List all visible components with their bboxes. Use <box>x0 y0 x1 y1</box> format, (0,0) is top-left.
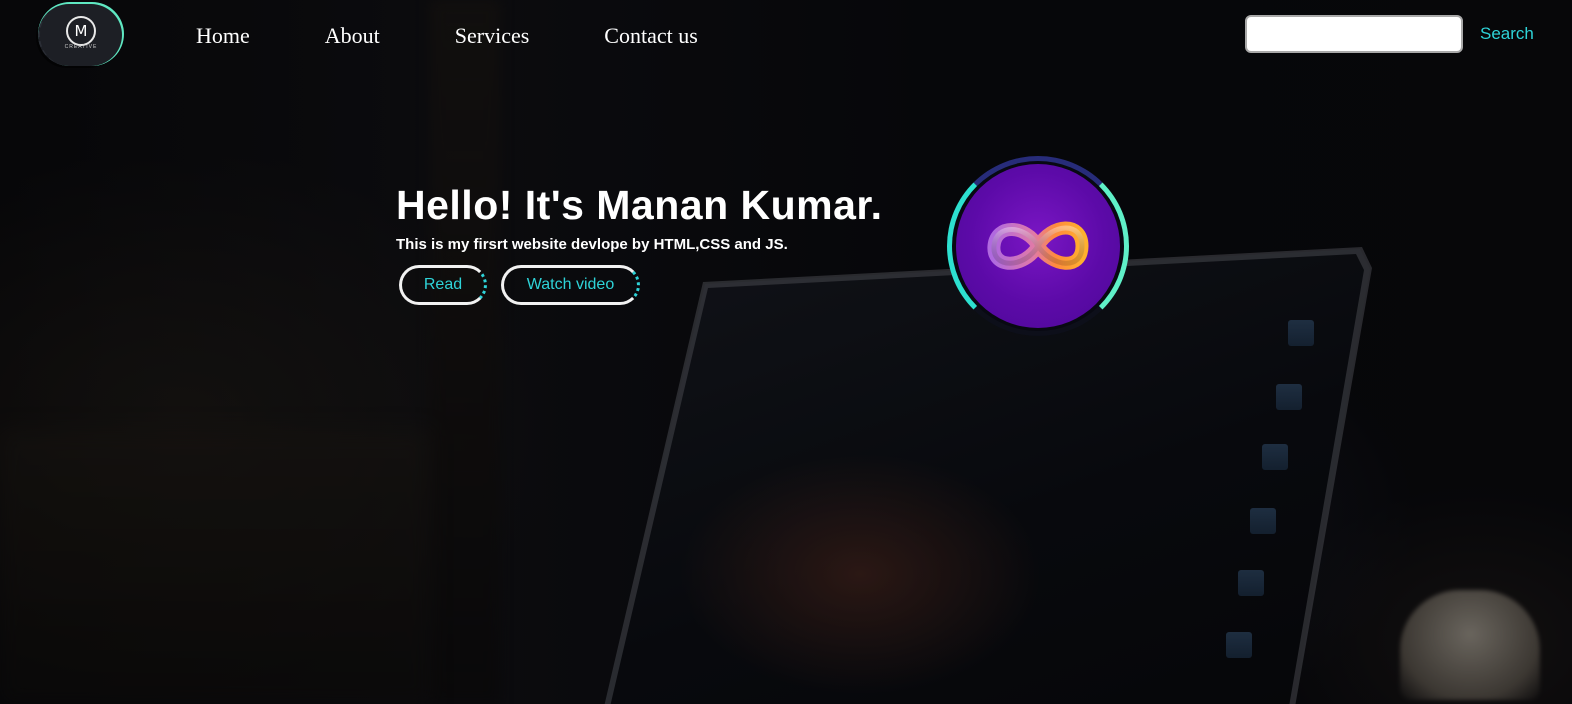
logo-mark: M <box>66 16 96 46</box>
avatar-inner <box>956 164 1120 328</box>
watch-video-button[interactable]: Watch video <box>501 265 640 305</box>
nav-link-home[interactable]: Home <box>196 22 250 50</box>
read-button[interactable]: Read <box>399 265 487 305</box>
background-image <box>0 0 1572 704</box>
main-nav: Home About Services Contact us <box>196 22 773 50</box>
hero-title: Hello! It's Manan Kumar. <box>396 182 883 228</box>
nav-link-about[interactable]: About <box>325 22 380 50</box>
site-logo[interactable]: M CREATIVE <box>38 4 122 66</box>
background-overlay <box>0 0 1572 704</box>
search-input[interactable] <box>1245 15 1463 53</box>
nav-link-services[interactable]: Services <box>455 22 530 50</box>
infinity-icon <box>987 221 1089 270</box>
logo-tagline: CREATIVE <box>64 44 98 50</box>
profile-avatar <box>947 156 1129 336</box>
search-button[interactable]: Search <box>1480 24 1534 44</box>
logo-letter: M <box>74 21 88 40</box>
hero-subtitle: This is my firsrt website devlope by HTM… <box>396 236 788 253</box>
nav-link-contact[interactable]: Contact us <box>604 22 698 50</box>
